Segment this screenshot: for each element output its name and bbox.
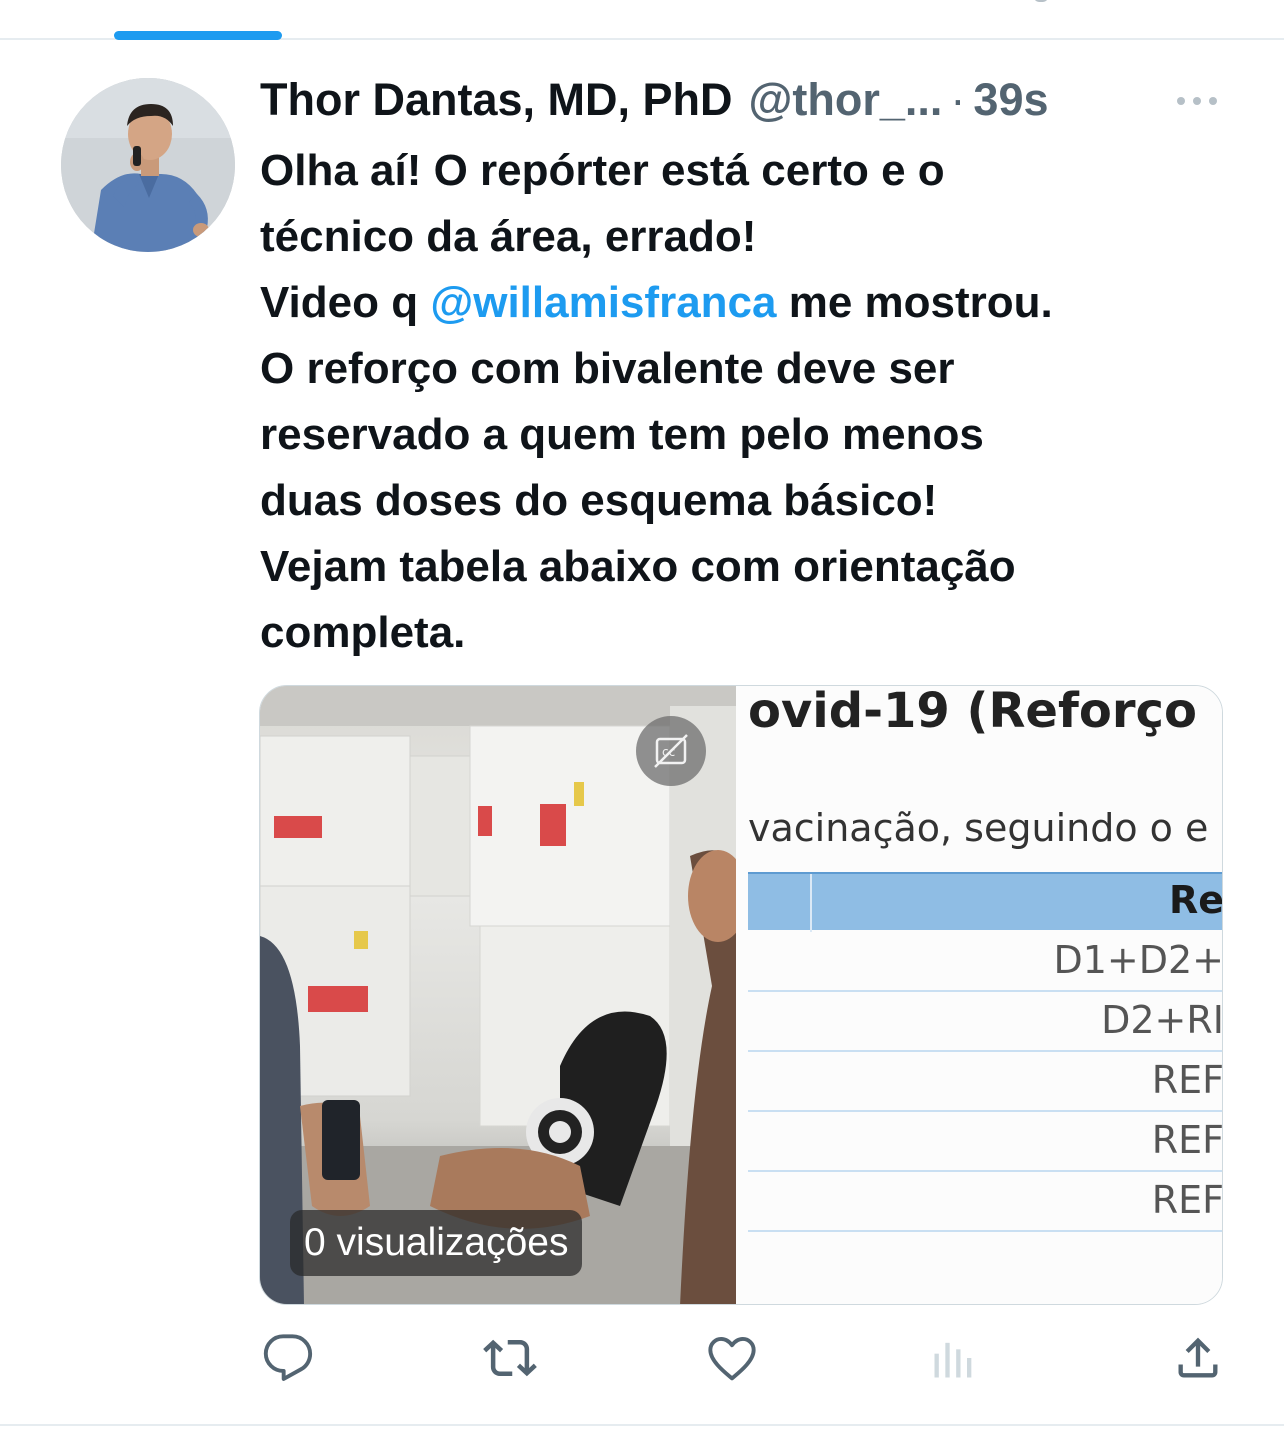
- tweet-header: Thor Dantas, MD, PhD @thor_... · 39s: [260, 70, 1260, 130]
- image-table-header: Re: [748, 872, 1223, 932]
- timestamp[interactable]: 39s: [973, 70, 1048, 130]
- tweet-line: duas doses do esquema básico!: [260, 476, 938, 525]
- author-name[interactable]: Thor Dantas, MD, PhD: [260, 70, 733, 130]
- captions-button[interactable]: cc: [636, 716, 706, 786]
- tweet-text-segment: Video q: [260, 278, 431, 327]
- top-tab-edge: [1034, 0, 1048, 2]
- reply-icon: [263, 1334, 313, 1381]
- tweet-line: O reforço com bivalente deve ser: [260, 344, 955, 393]
- avatar[interactable]: [61, 78, 235, 252]
- table-image[interactable]: ovid-19 (Reforço vacinação, seguindo o e…: [736, 686, 1223, 1304]
- analytics-icon: [934, 1342, 972, 1378]
- avatar-photo: [61, 78, 235, 252]
- table-row: REF: [748, 1052, 1223, 1112]
- image-title-text: ovid-19 (Reforço: [748, 686, 1197, 739]
- media-grid: cc 0 visualizações ovid-19 (Reforço vaci…: [259, 685, 1223, 1305]
- bottom-divider: [0, 1424, 1284, 1426]
- table-cell: REF: [1151, 1178, 1223, 1222]
- views-count-badge: 0 visualizações: [290, 1210, 583, 1276]
- more-horizontal-icon: [1177, 97, 1217, 105]
- table-row: D1+D2+: [748, 932, 1223, 992]
- table-cell: REF: [1151, 1058, 1223, 1102]
- retweet-button[interactable]: [482, 1330, 538, 1386]
- tweet-line: completa.: [260, 608, 466, 657]
- tweet-line: Video q @willamisfranca me mostrou.: [260, 270, 1240, 336]
- tweet-text: Olha aí! O repórter está certo e o técni…: [260, 138, 1240, 666]
- reply-button[interactable]: [260, 1330, 316, 1386]
- heart-icon: [708, 1336, 756, 1381]
- tweet-text-segment: me mostrou.: [776, 278, 1053, 327]
- table-header-cell: Re: [1168, 878, 1223, 922]
- like-button[interactable]: [704, 1330, 760, 1386]
- more-button[interactable]: [1172, 84, 1222, 118]
- author-handle[interactable]: @thor_...: [749, 70, 943, 130]
- retweet-icon: [483, 1339, 537, 1377]
- tweet-actions: [260, 1330, 1224, 1390]
- captions-off-icon: cc: [654, 734, 688, 768]
- table-row: REF: [748, 1172, 1223, 1232]
- tweet-line: Olha aí! O repórter está certo e o: [260, 146, 945, 195]
- table-column-divider: [810, 874, 812, 932]
- share-icon: [1178, 1337, 1218, 1378]
- views-button[interactable]: [926, 1330, 982, 1386]
- tweet-line: Vejam tabela abaixo com orientação: [260, 542, 1016, 591]
- table-row: REF: [748, 1112, 1223, 1172]
- share-button[interactable]: [1170, 1330, 1226, 1386]
- image-subtitle-text: vacinação, seguindo o e: [748, 806, 1209, 850]
- tweet-line: reservado a quem tem pelo menos: [260, 410, 984, 459]
- active-tab-indicator: [114, 31, 282, 40]
- table-cell: D1+D2+: [1053, 938, 1223, 982]
- separator-dot: ·: [950, 74, 966, 125]
- table-row: D2+RI: [748, 992, 1223, 1052]
- tweet-line: técnico da área, errado!: [260, 212, 757, 261]
- table-cell: REF: [1151, 1118, 1223, 1162]
- video-player[interactable]: cc 0 visualizações: [260, 686, 736, 1304]
- table-cell: D2+RI: [1101, 998, 1223, 1042]
- mention-link[interactable]: @willamisfranca: [430, 278, 776, 327]
